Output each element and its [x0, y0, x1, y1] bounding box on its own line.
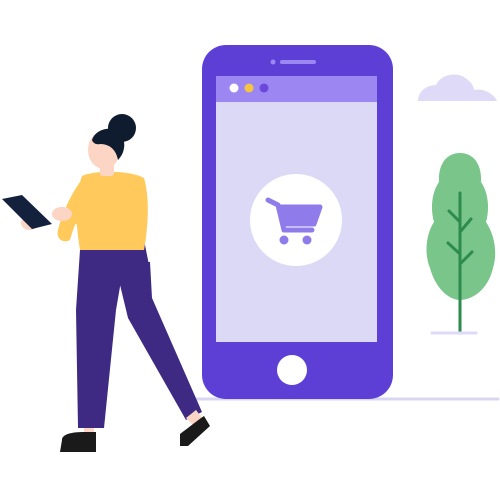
- window-dot-white: [229, 83, 239, 93]
- window-dot-yellow: [244, 83, 254, 93]
- phone-camera: [270, 59, 276, 65]
- woman-hand-right: [52, 207, 72, 221]
- phone-speaker: [280, 60, 316, 64]
- browser-bar: [216, 76, 377, 102]
- window-dot-purple: [259, 83, 269, 93]
- tablet-icon: [2, 195, 52, 229]
- woman-figure: [2, 114, 210, 452]
- home-button[interactable]: [277, 355, 307, 385]
- woman-shoe-front: [60, 432, 96, 452]
- smartphone: [202, 45, 393, 399]
- cloud-icon: [418, 74, 497, 101]
- woman-hair-bun: [108, 114, 136, 142]
- woman-back-leg: [114, 260, 202, 420]
- mobile-shopping-illustration: [2, 45, 500, 452]
- woman-shirt: [76, 171, 148, 250]
- tree-icon: [426, 153, 496, 335]
